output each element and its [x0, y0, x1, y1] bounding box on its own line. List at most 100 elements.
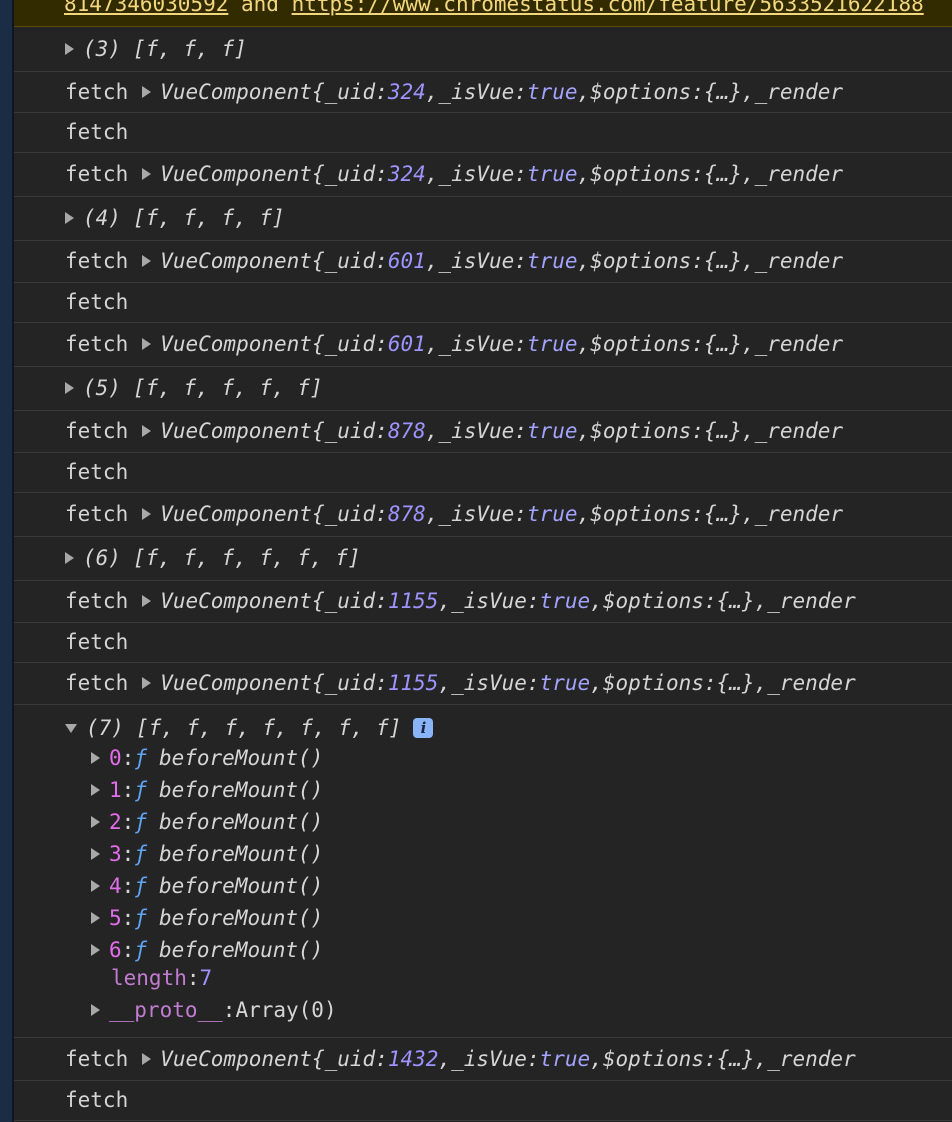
isvue-value: true: [526, 419, 578, 443]
array-entry[interactable]: 4: ƒ beforeMount(): [91, 874, 323, 898]
uid-value: 878: [387, 502, 426, 526]
expand-triangle-icon[interactable]: [91, 1004, 100, 1016]
function-symbol-icon: ƒ: [134, 938, 147, 962]
colon: :: [514, 332, 527, 356]
expand-triangle-icon[interactable]: [91, 880, 100, 892]
expand-triangle-icon[interactable]: [91, 816, 100, 828]
isvue-value: true: [539, 1047, 591, 1071]
uid-key: _uid: [324, 502, 376, 526]
comma: ,: [425, 419, 439, 443]
fetch-log-text: fetch: [65, 502, 129, 526]
console-message-row[interactable]: fetch VueComponent {_uid: 1155, _isVue: t…: [14, 580, 952, 623]
comma: ,: [741, 332, 755, 356]
array-entry[interactable]: 0: ƒ beforeMount(): [91, 746, 323, 770]
expand-triangle-icon[interactable]: [65, 552, 74, 564]
comma: ,: [438, 671, 452, 695]
console-message-row[interactable]: fetch: [14, 452, 952, 493]
colon: :: [691, 332, 704, 356]
array-entry[interactable]: 5: ƒ beforeMount(): [91, 906, 323, 930]
expand-triangle-icon[interactable]: [91, 752, 100, 764]
console-message-row[interactable]: (6) [f, f, f, f, f, f]: [14, 536, 952, 581]
array-header[interactable]: (7) [f, f, f, f, f, f, f] i: [65, 716, 434, 740]
console-message-row[interactable]: fetch VueComponent {_uid: 878, _isVue: tr…: [14, 410, 952, 453]
isvue-key: _isVue: [438, 79, 515, 104]
array-entry[interactable]: 3: ƒ beforeMount(): [91, 842, 323, 866]
object-class-name: VueComponent: [160, 1047, 312, 1071]
expand-triangle-icon[interactable]: [65, 43, 74, 55]
expand-triangle-icon[interactable]: [142, 338, 152, 350]
colon: :: [375, 162, 388, 186]
object-class-name: VueComponent: [160, 162, 312, 186]
expand-triangle-icon[interactable]: [142, 595, 152, 607]
console-message-row[interactable]: (5) [f, f, f, f, f]: [14, 366, 952, 411]
isvue-key: _isVue: [438, 162, 515, 186]
uid-value: 1432: [387, 1047, 439, 1071]
comma: ,: [754, 589, 768, 613]
isvue-value: true: [526, 79, 578, 104]
expand-triangle-icon[interactable]: [65, 382, 74, 394]
expand-triangle-icon[interactable]: [91, 784, 100, 796]
console-message-row[interactable]: fetch VueComponent {_uid: 1432, _isVue: t…: [14, 1038, 952, 1081]
comma: ,: [754, 671, 768, 695]
console-message-row[interactable]: fetch VueComponent {_uid: 1155, _isVue: t…: [14, 662, 952, 705]
uid-value: 1155: [387, 671, 439, 695]
collapse-triangle-icon[interactable]: [65, 723, 77, 733]
expand-triangle-icon[interactable]: [142, 425, 152, 437]
options-key: $options: [590, 249, 692, 273]
uid-value: 878: [387, 419, 426, 443]
message-content: fetch: [65, 120, 128, 144]
expand-triangle-icon[interactable]: [142, 1053, 152, 1065]
colon: :: [703, 1047, 717, 1071]
console-message-row[interactable]: fetch: [14, 282, 952, 323]
expand-triangle-icon[interactable]: [142, 508, 152, 520]
proto-colon: :: [222, 998, 236, 1022]
console-message-row[interactable]: fetch VueComponent {_uid: 324, _isVue: tr…: [14, 71, 952, 113]
info-icon[interactable]: i: [413, 718, 434, 738]
expand-triangle-icon[interactable]: [65, 212, 74, 224]
array-proto-property[interactable]: __proto__: Array(0): [91, 998, 337, 1022]
isvue-key: _isVue: [451, 589, 527, 613]
array-preview: [f, f, f, f, f]: [132, 376, 323, 400]
object-class-name: VueComponent: [160, 419, 312, 443]
array-entry[interactable]: 1: ƒ beforeMount(): [91, 778, 323, 802]
uid-key: _uid: [324, 671, 376, 695]
isvue-value: true: [526, 249, 578, 273]
array-count: (3): [83, 37, 121, 61]
expand-triangle-icon[interactable]: [142, 677, 152, 689]
render-key: _render: [754, 249, 844, 273]
array-preview: [f, f, f, f, f, f]: [132, 546, 361, 570]
colon: :: [703, 671, 717, 695]
message-content: fetch: [65, 1088, 128, 1112]
array-entry[interactable]: 6: ƒ beforeMount(): [91, 938, 323, 962]
console-message-row[interactable]: fetch VueComponent {_uid: 601, _isVue: tr…: [14, 322, 952, 367]
console-message-row[interactable]: fetch VueComponent {_uid: 324, _isVue: tr…: [14, 152, 952, 197]
comma: ,: [741, 249, 755, 273]
console-message-row[interactable]: (3) [f, f, f]: [14, 27, 952, 72]
colon: :: [526, 589, 540, 613]
expand-triangle-icon[interactable]: [91, 912, 100, 924]
console-message-row[interactable]: (4) [f, f, f, f]: [14, 196, 952, 241]
expand-triangle-icon[interactable]: [142, 168, 152, 180]
array-entry[interactable]: 2: ƒ beforeMount(): [91, 810, 323, 834]
console-log[interactable]: 8147346030592 and https://www.chromestat…: [14, 0, 952, 1122]
console-message-row[interactable]: fetch: [14, 622, 952, 663]
expanded-array-message[interactable]: (7) [f, f, f, f, f, f, f] i 0: ƒ beforeMo…: [14, 704, 952, 1038]
chromestatus-link[interactable]: https://www.chromestatus.com/feature/563…: [292, 0, 924, 16]
expand-triangle-icon[interactable]: [91, 848, 100, 860]
expand-triangle-icon[interactable]: [91, 944, 100, 956]
console-message-row[interactable]: fetch VueComponent {_uid: 601, _isVue: tr…: [14, 240, 952, 283]
entry-colon: :: [121, 938, 135, 962]
entry-colon: :: [121, 906, 135, 930]
console-message-row[interactable]: fetch VueComponent {_uid: 878, _isVue: tr…: [14, 492, 952, 537]
expand-triangle-icon[interactable]: [142, 85, 152, 98]
comma: ,: [438, 589, 452, 613]
colon: :: [375, 589, 388, 613]
function-symbol-icon: ƒ: [134, 778, 147, 802]
console-message-row[interactable]: fetch: [14, 112, 952, 153]
warning-id-link[interactable]: 8147346030592: [64, 0, 228, 16]
console-message-row[interactable]: fetch: [14, 1080, 952, 1121]
colon: :: [691, 419, 704, 443]
array-preview: [f, f, f]: [132, 37, 247, 61]
expand-triangle-icon[interactable]: [142, 255, 152, 267]
fetch-log-text: fetch: [65, 1088, 129, 1112]
